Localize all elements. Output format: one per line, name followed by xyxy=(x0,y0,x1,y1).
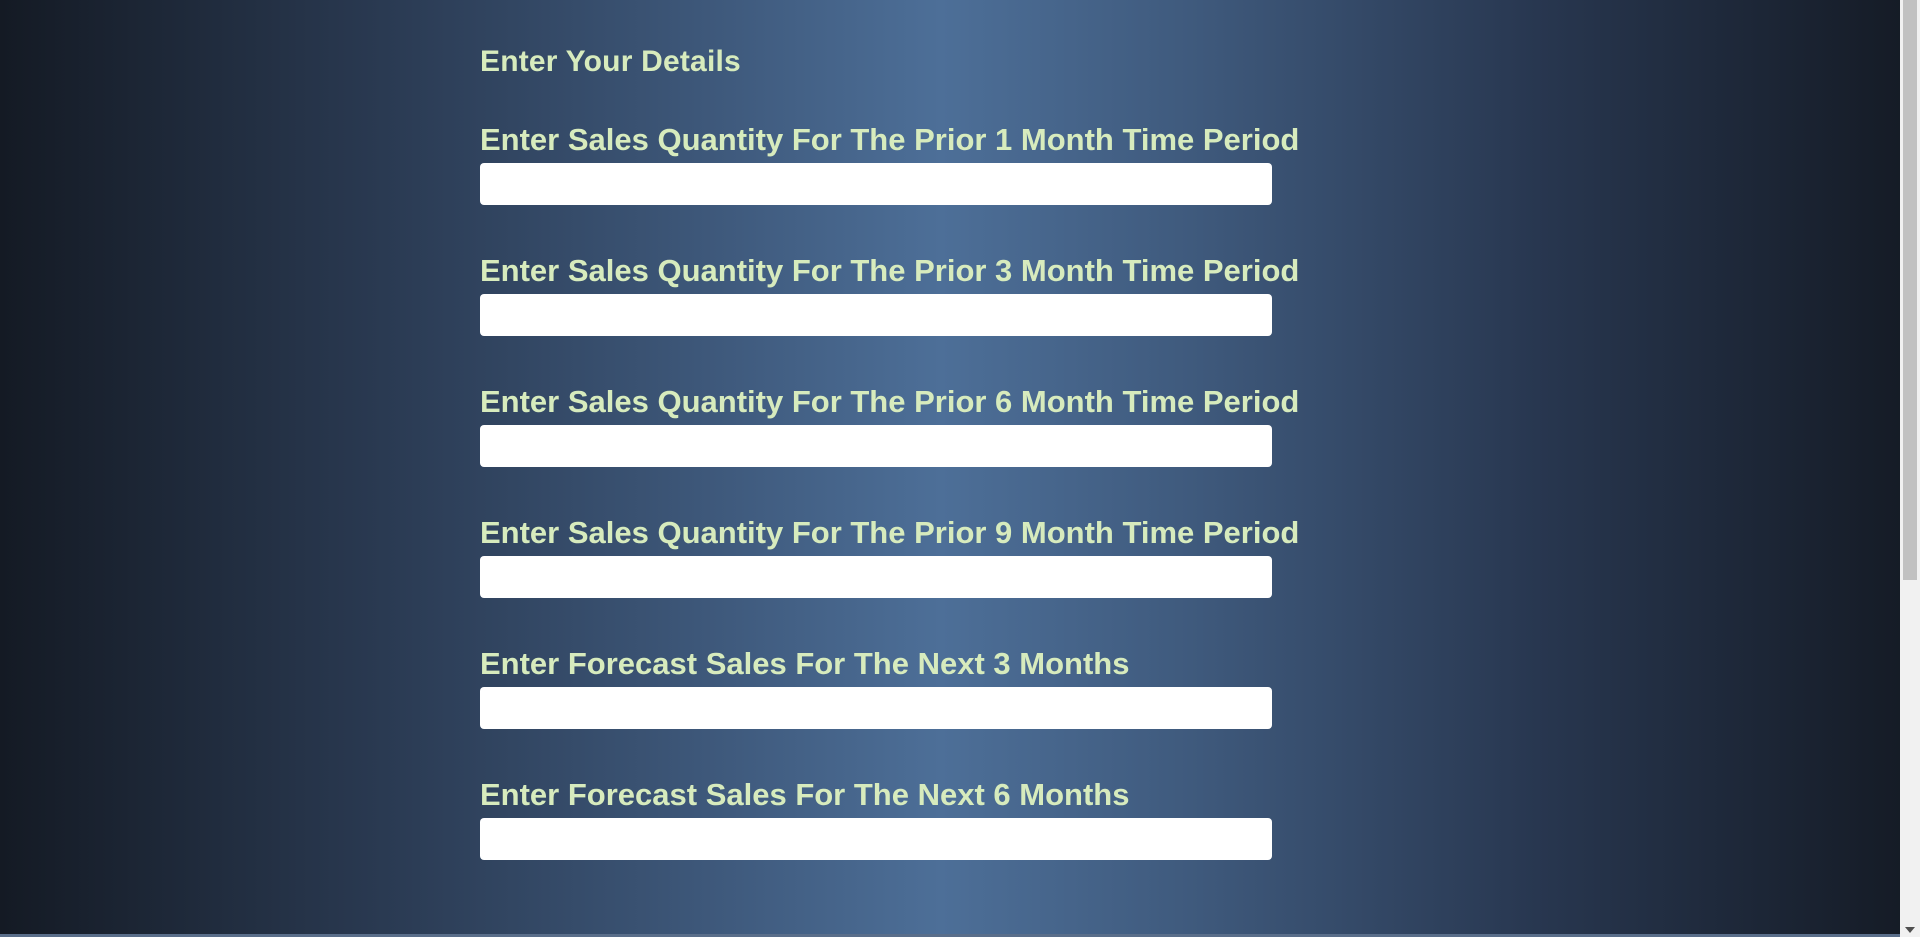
field-group-prior-6-month: Enter Sales Quantity For The Prior 6 Mon… xyxy=(480,380,1300,467)
field-label-prior-1-month: Enter Sales Quantity For The Prior 1 Mon… xyxy=(480,122,1300,157)
field-group-forecast-3-months: Enter Forecast Sales For The Next 3 Mont… xyxy=(480,642,1272,729)
field-label-prior-6-month: Enter Sales Quantity For The Prior 6 Mon… xyxy=(480,384,1300,419)
field-group-prior-3-month: Enter Sales Quantity For The Prior 3 Mon… xyxy=(480,249,1300,336)
prior-6-month-sales-input[interactable] xyxy=(480,425,1272,467)
form-title: Enter Your Details xyxy=(480,45,741,78)
field-group-prior-9-month: Enter Sales Quantity For The Prior 9 Mon… xyxy=(480,511,1300,598)
field-label-forecast-3-months: Enter Forecast Sales For The Next 3 Mont… xyxy=(480,646,1130,681)
field-label-prior-9-month: Enter Sales Quantity For The Prior 9 Mon… xyxy=(480,515,1300,550)
field-group-forecast-6-months: Enter Forecast Sales For The Next 6 Mont… xyxy=(480,773,1272,860)
prior-1-month-sales-input[interactable] xyxy=(480,163,1272,205)
prior-3-month-sales-input[interactable] xyxy=(480,294,1272,336)
forecast-6-months-input[interactable] xyxy=(480,818,1272,860)
prior-9-month-sales-input[interactable] xyxy=(480,556,1272,598)
page: Enter Your Details Enter Sales Quantity … xyxy=(0,0,1900,937)
vertical-scrollbar[interactable] xyxy=(1900,0,1920,937)
scrollbar-thumb[interactable] xyxy=(1903,0,1917,580)
field-group-prior-1-month: Enter Sales Quantity For The Prior 1 Mon… xyxy=(480,118,1300,205)
field-label-prior-3-month: Enter Sales Quantity For The Prior 3 Mon… xyxy=(480,253,1300,288)
details-form: Enter Your Details Enter Sales Quantity … xyxy=(480,40,1300,904)
field-label-forecast-6-months: Enter Forecast Sales For The Next 6 Mont… xyxy=(480,777,1130,812)
scroll-down-arrow-icon[interactable] xyxy=(1905,927,1915,933)
forecast-3-months-input[interactable] xyxy=(480,687,1272,729)
